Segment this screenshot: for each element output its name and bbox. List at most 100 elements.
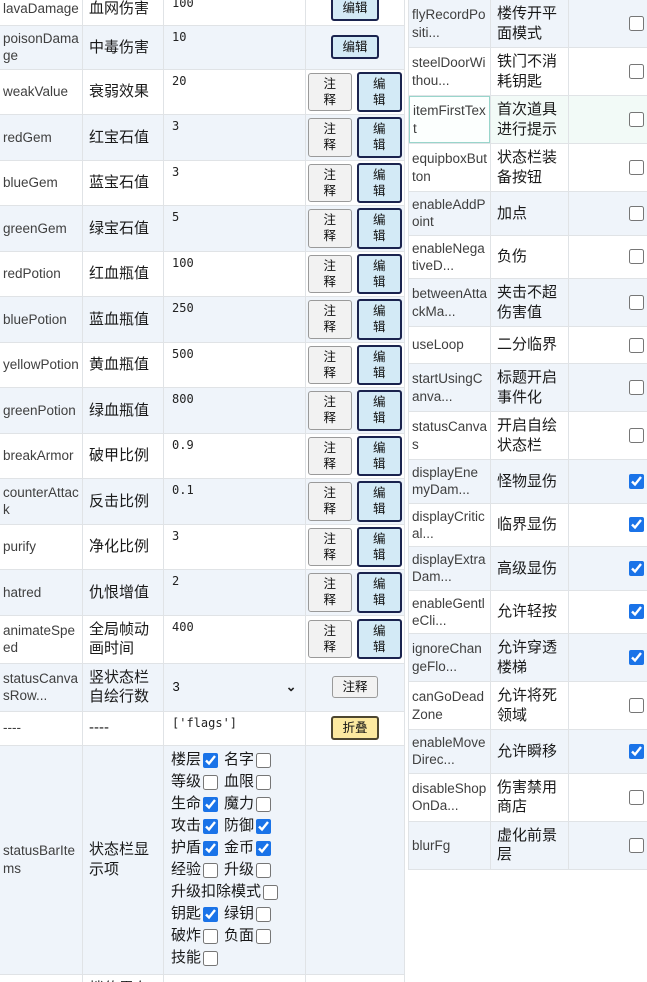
edit-button[interactable]: 编辑 [357,72,403,113]
edit-button[interactable]: 编辑 [357,254,403,295]
flag-checkbox[interactable] [629,517,644,532]
table-row: greenGem绿宝石值5注释编辑 [0,206,404,252]
edit-button[interactable]: 编辑 [357,390,403,431]
status-item-checkbox[interactable] [203,819,218,834]
flag-cell [568,504,647,547]
row-actions: 注释编辑 [305,252,404,297]
flag-checkbox[interactable] [629,16,644,31]
flag-checkbox[interactable] [629,838,644,853]
status-item-checkbox[interactable] [203,841,218,856]
flag-checkbox[interactable] [629,112,644,127]
config-value: ['flags'] [163,712,305,745]
status-bar-item[interactable]: 等级 [171,772,218,794]
status-item-checkbox[interactable] [203,775,218,790]
status-item-checkbox[interactable] [256,907,271,922]
status-bar-item[interactable]: 金币 [224,838,271,860]
edit-button[interactable]: 编辑 [357,572,403,613]
edit-button[interactable]: 编辑 [331,0,378,21]
flag-checkbox[interactable] [629,790,644,805]
status-bar-item[interactable]: 升级 [224,860,271,882]
table-row: displayCritical...临界显伤 [409,504,647,548]
status-bar-item[interactable]: 升级扣除模式 [171,882,278,904]
status-bar-item[interactable]: 绿钥 [224,904,271,926]
edit-button[interactable]: 编辑 [357,481,403,522]
status-bar-item[interactable]: 经验 [171,860,218,882]
flag-checkbox[interactable] [629,474,644,489]
status-item-checkbox[interactable] [203,951,218,966]
status-bar-item[interactable]: 名字 [224,750,271,772]
flag-checkbox[interactable] [629,650,644,665]
comment-button[interactable]: 注释 [308,573,352,612]
status-bar-item[interactable]: 负面 [224,926,271,948]
config-desc: ---- [82,712,163,745]
config-desc: 允许穿透楼梯 [490,634,568,681]
flag-checkbox[interactable] [629,160,644,175]
config-desc: 临界显伤 [490,504,568,547]
comment-button[interactable]: 注释 [308,300,352,339]
edit-button[interactable]: 编辑 [357,436,403,477]
comment-button[interactable]: 注释 [308,482,352,521]
comment-button[interactable]: 注释 [308,209,352,248]
comment-button[interactable]: 注释 [308,437,352,476]
comment-button[interactable]: 注释 [332,676,377,698]
edit-button[interactable]: 编辑 [357,299,403,340]
comment-button[interactable]: 注释 [308,620,352,659]
status-item-checkbox[interactable] [256,863,271,878]
status-bar-item[interactable]: 生命 [171,794,218,816]
status-item-checkbox[interactable] [203,907,218,922]
status-item-checkbox[interactable] [256,753,271,768]
flag-checkbox[interactable] [629,338,644,353]
status-bar-item[interactable]: 护盾 [171,838,218,860]
edit-button[interactable]: 编辑 [357,527,403,568]
comment-button[interactable]: 注释 [308,346,352,385]
status-bar-item[interactable]: 钥匙 [171,904,218,926]
comment-button[interactable]: 注释 [308,255,352,294]
config-key: startUsingCanva... [409,364,490,411]
flag-checkbox[interactable] [629,698,644,713]
edit-button[interactable]: 编辑 [357,345,403,386]
status-bar-item[interactable]: 防御 [224,816,271,838]
flag-checkbox[interactable] [629,428,644,443]
edit-button[interactable]: 编辑 [331,35,378,59]
status-item-checkbox[interactable] [203,753,218,768]
status-item-checkbox[interactable] [256,797,271,812]
flag-checkbox[interactable] [629,295,644,310]
status-item-checkbox[interactable] [256,929,271,944]
flag-checkbox[interactable] [629,561,644,576]
table-row: weakValue衰弱效果20注释编辑 [0,70,404,116]
status-item-checkbox[interactable] [256,819,271,834]
flag-checkbox[interactable] [629,64,644,79]
flag-checkbox[interactable] [629,249,644,264]
status-bar-item[interactable]: 攻击 [171,816,218,838]
status-bar-item-label: 升级 [224,860,254,880]
status-item-checkbox[interactable] [203,929,218,944]
status-item-checkbox[interactable] [263,885,278,900]
flag-checkbox[interactable] [629,206,644,221]
comment-button[interactable]: 注释 [308,164,352,203]
table-row: redPotion红血瓶值100注释编辑 [0,252,404,298]
flag-checkbox[interactable] [629,380,644,395]
edit-button[interactable]: 编辑 [357,117,403,158]
flag-checkbox[interactable] [629,744,644,759]
comment-button[interactable]: 注释 [308,73,352,112]
status-bar-item[interactable]: 技能 [171,948,218,970]
status-item-checkbox[interactable] [203,863,218,878]
status-bar-item[interactable]: 楼层 [171,750,218,772]
edit-button[interactable]: 编辑 [357,163,403,204]
flag-checkbox[interactable] [629,604,644,619]
status-bar-item[interactable]: 血限 [224,772,271,794]
comment-button[interactable]: 注释 [308,391,352,430]
flag-cell [568,192,647,235]
status-bar-item[interactable]: 魔力 [224,794,271,816]
fold-button[interactable]: 折叠 [331,716,378,740]
row-count-select[interactable]: 3⌄ [173,678,301,696]
edit-button[interactable]: 编辑 [357,208,403,249]
status-bar-item[interactable]: 破炸 [171,926,218,948]
edit-button[interactable]: 编辑 [357,619,403,660]
status-item-checkbox[interactable] [256,775,271,790]
status-item-checkbox[interactable] [256,841,271,856]
flag-cell [568,547,647,590]
status-item-checkbox[interactable] [203,797,218,812]
comment-button[interactable]: 注释 [308,528,352,567]
comment-button[interactable]: 注释 [308,118,352,157]
